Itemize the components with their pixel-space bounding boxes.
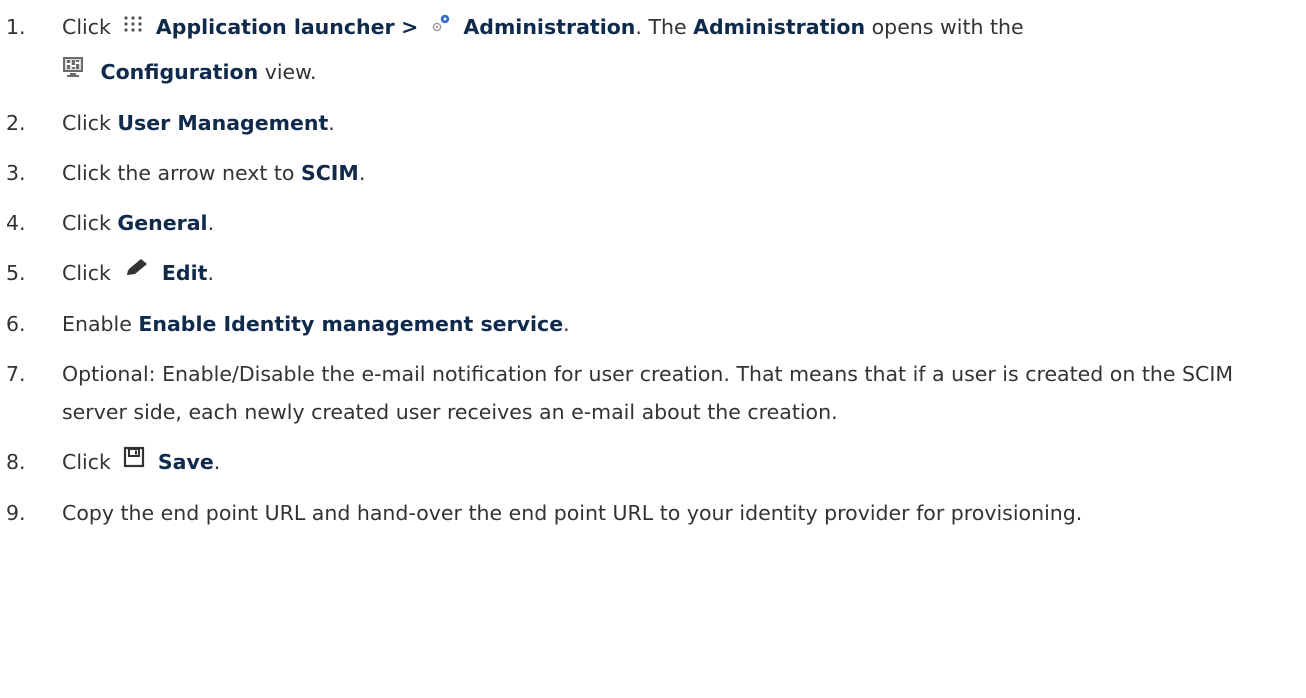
step-number: 1.	[6, 15, 26, 39]
application-launcher-label: Application launcher	[155, 15, 395, 39]
configuration-icon	[62, 52, 84, 90]
step-number: 8.	[6, 450, 26, 474]
step-text: view.	[264, 60, 317, 84]
user-management-label: User Management	[117, 111, 329, 135]
step-text: Click the arrow next to	[62, 161, 295, 185]
pencil-icon	[123, 253, 149, 291]
step-text: .	[207, 211, 215, 235]
step-text: Click	[62, 15, 111, 39]
step-1: 1. Click Application launcher > Administ…	[0, 8, 1300, 92]
path-separator: >	[401, 15, 419, 39]
step-text: Click	[62, 450, 111, 474]
edit-label: Edit	[161, 261, 208, 285]
step-number: 9.	[6, 501, 26, 525]
step-text: . The	[635, 15, 687, 39]
step-8: 8. Click Save.	[0, 443, 1300, 482]
step-text: Optional: Enable/Disable the e-mail noti…	[62, 362, 1234, 424]
step-text: Click	[62, 111, 111, 135]
step-5: 5. Click Edit.	[0, 254, 1300, 293]
step-number: 2.	[6, 111, 26, 135]
step-7: 7. Optional: Enable/Disable the e-mail n…	[0, 355, 1300, 431]
step-text: Enable	[62, 312, 132, 336]
step-number: 6.	[6, 312, 26, 336]
administration-label-2: Administration	[693, 15, 866, 39]
step-text: .	[213, 450, 221, 474]
floppy-disk-icon	[123, 442, 145, 480]
step-text: opens with the	[871, 15, 1024, 39]
enable-identity-management-service-label: Enable Identity management service	[138, 312, 564, 336]
grid-dots-icon	[123, 7, 143, 45]
step-number: 5.	[6, 261, 26, 285]
step-6: 6. Enable Enable Identity management ser…	[0, 305, 1300, 343]
step-number: 4.	[6, 211, 26, 235]
step-text: Copy the end point URL and hand-over the…	[62, 501, 1083, 525]
general-label: General	[117, 211, 208, 235]
step-9: 9. Copy the end point URL and hand-over …	[0, 494, 1300, 532]
scim-label: SCIM	[301, 161, 359, 185]
step-text: Click	[62, 261, 111, 285]
configuration-label: Configuration	[100, 60, 259, 84]
step-text: .	[563, 312, 570, 336]
step-text: .	[328, 111, 335, 135]
procedure-steps: 1. Click Application launcher > Administ…	[0, 8, 1306, 532]
save-label: Save	[157, 450, 214, 474]
step-2: 2. Click User Management.	[0, 104, 1300, 142]
step-text: Click	[62, 211, 111, 235]
step-3: 3. Click the arrow next to SCIM.	[0, 154, 1300, 192]
step-4: 4. Click General.	[0, 204, 1300, 242]
step-text: .	[207, 261, 214, 285]
step-text: .	[358, 161, 366, 185]
step-number: 7.	[6, 362, 26, 386]
gears-icon	[431, 7, 451, 45]
administration-label: Administration	[463, 15, 636, 39]
step-number: 3.	[6, 161, 26, 185]
